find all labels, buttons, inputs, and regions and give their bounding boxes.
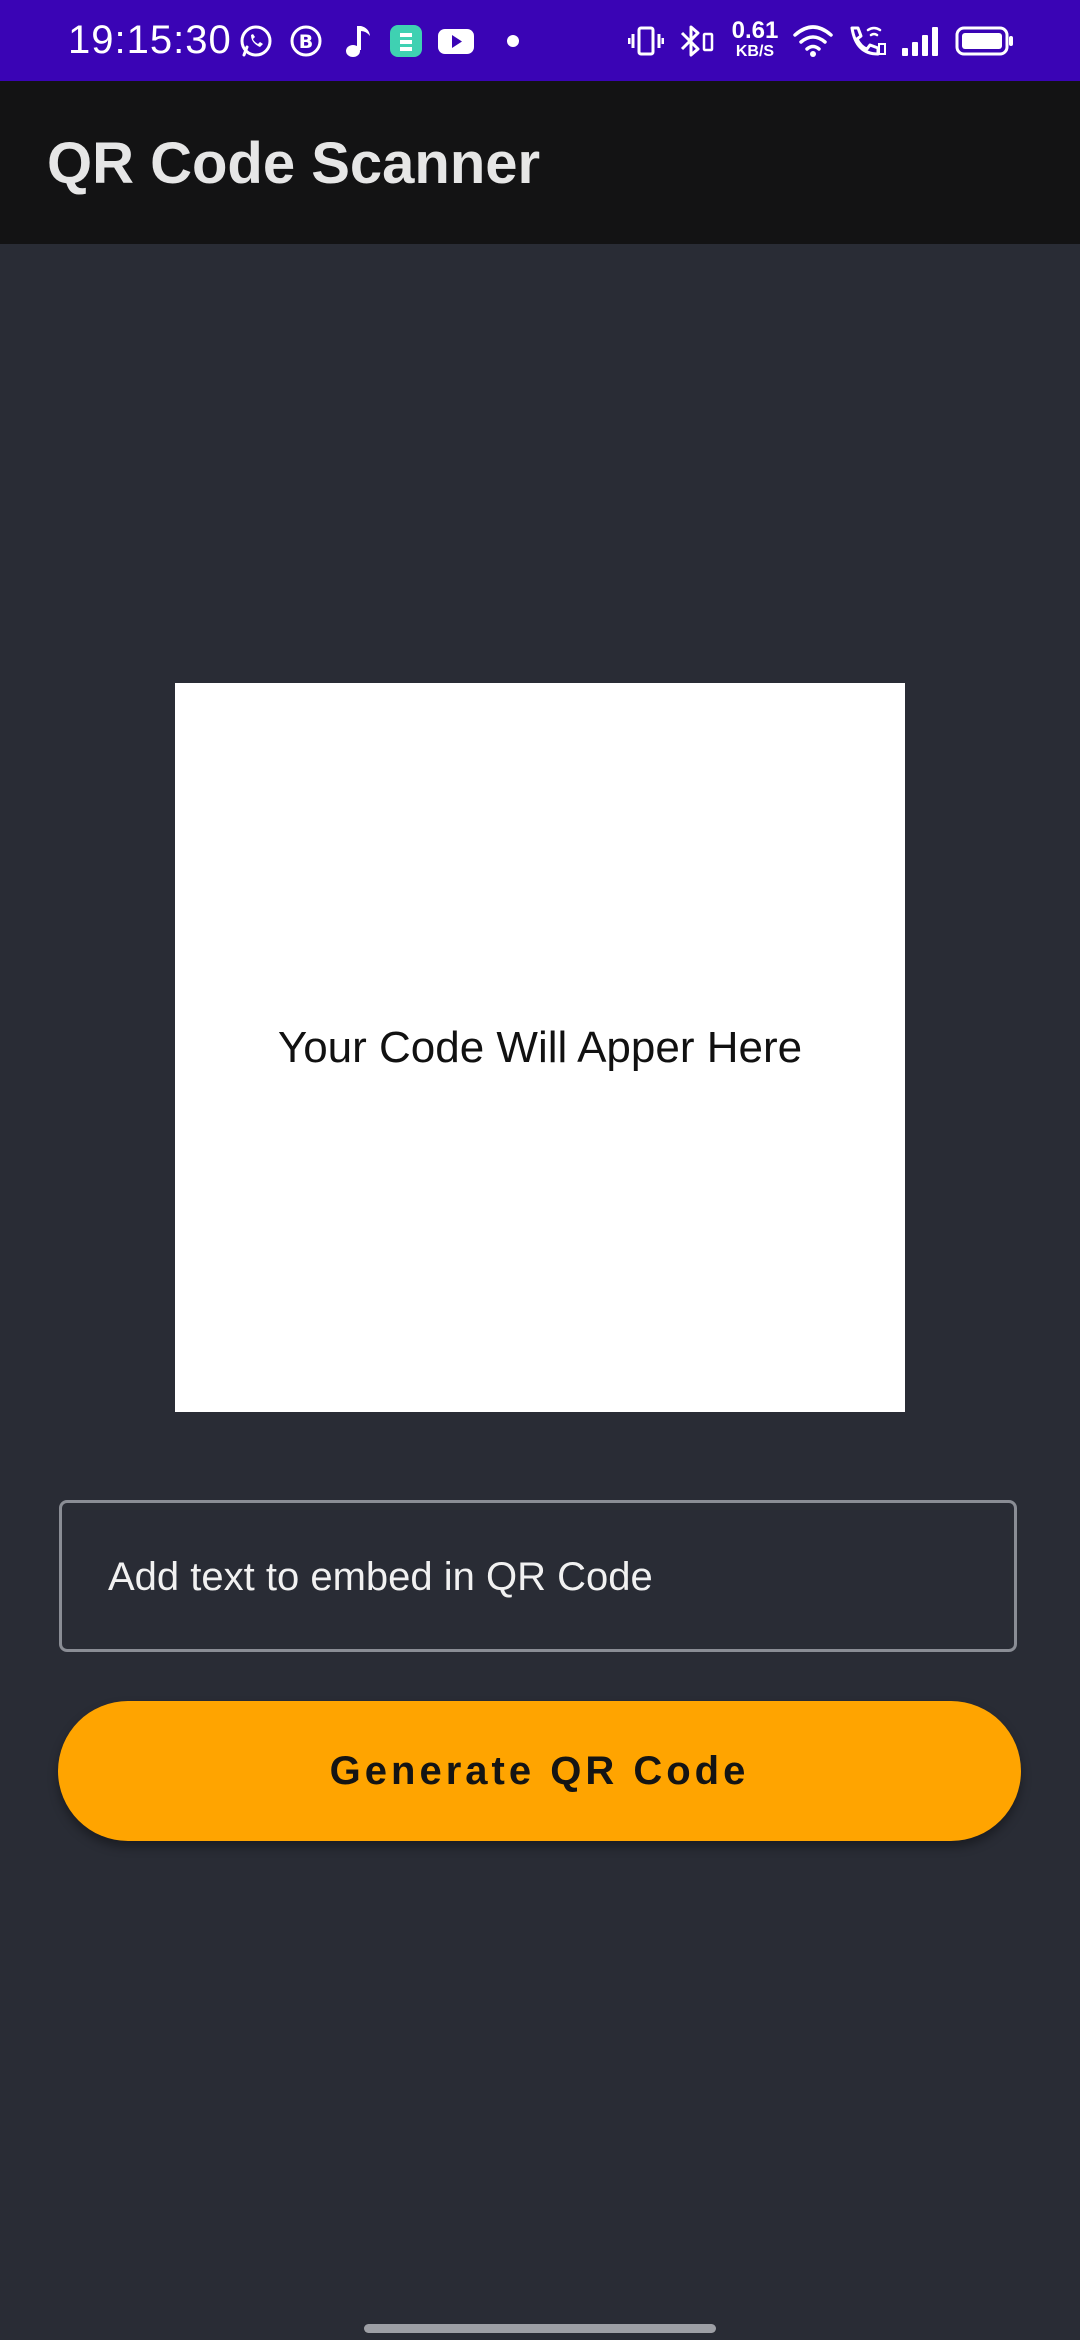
wifi-calling-icon <box>850 26 886 56</box>
youtube-icon <box>438 29 474 54</box>
network-speed: 0.61 KB/S <box>730 19 780 61</box>
home-indicator[interactable] <box>364 2324 716 2333</box>
app-notification-icon <box>390 25 422 57</box>
wifi-icon <box>793 25 833 57</box>
network-speed-value: 0.61 <box>731 17 779 44</box>
signal-icon <box>902 27 938 56</box>
app-title: QR Code Scanner <box>47 131 541 196</box>
whatsapp-business-icon: B <box>290 25 322 57</box>
svg-text:B: B <box>299 31 313 53</box>
qr-code-preview: Your Code Will Apper Here <box>175 683 905 1412</box>
whatsapp-icon <box>240 25 272 57</box>
generate-qr-code-button-label: Generate QR Code <box>329 1749 750 1793</box>
music-note-icon <box>346 26 370 57</box>
status-time: 19:15:30 <box>68 18 232 62</box>
dot-icon <box>507 35 519 47</box>
battery-icon <box>955 26 1013 56</box>
generate-qr-code-button[interactable]: Generate QR Code <box>58 1701 1021 1841</box>
network-speed-unit: KB/S <box>735 43 775 60</box>
vibrate-icon <box>628 26 664 56</box>
screen: 19:15:30 B 0.61 KB/S QR Code Scanner You… <box>0 0 1080 2340</box>
status-bar: 19:15:30 B 0.61 KB/S <box>0 0 1080 81</box>
qr-text-input[interactable]: Add text to embed in QR Code <box>59 1500 1017 1652</box>
bluetooth-icon <box>680 25 714 57</box>
qr-placeholder-text: Your Code Will Apper Here <box>277 1023 803 1072</box>
qr-text-input-placeholder: Add text to embed in QR Code <box>108 1555 653 1599</box>
app-bar: QR Code Scanner <box>0 81 1080 244</box>
